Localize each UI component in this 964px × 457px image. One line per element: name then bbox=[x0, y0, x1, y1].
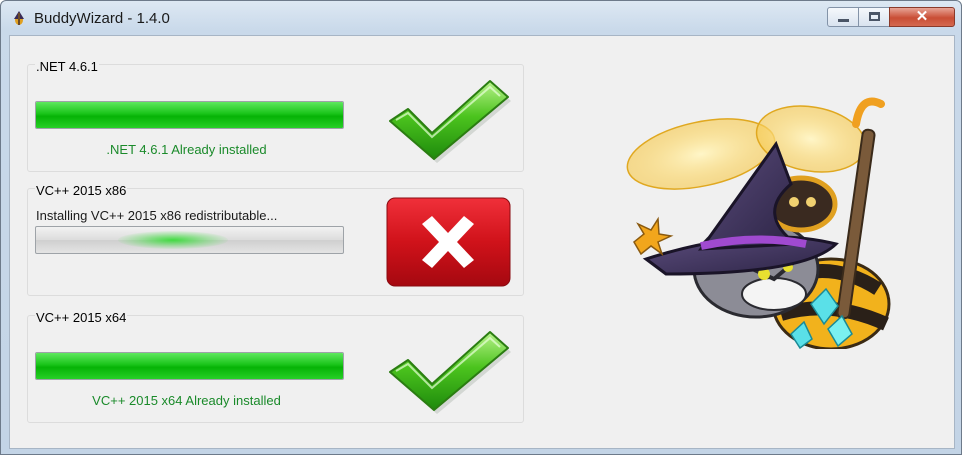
maximize-icon bbox=[869, 12, 880, 21]
close-button[interactable]: ✕ bbox=[889, 7, 955, 27]
progress-bar bbox=[35, 101, 344, 129]
window-title: BuddyWizard - 1.4.0 bbox=[34, 10, 170, 27]
app-icon bbox=[14, 11, 24, 25]
wizard-bee-mascot bbox=[626, 97, 891, 349]
component-group-vc-x86: VC++ 2015 x86 Installing VC++ 2015 x86 r… bbox=[27, 183, 524, 296]
component-group-dotnet: .NET 4.6.1 .NET 4.6.1 Already installed bbox=[27, 59, 524, 172]
checkmark-icon bbox=[389, 80, 511, 163]
group-title: VC++ 2015 x64 bbox=[35, 310, 128, 325]
app-window: BuddyWizard - 1.4.0 ✕ .NET 4.6.1 .NET 4.… bbox=[0, 0, 962, 455]
group-title: VC++ 2015 x86 bbox=[35, 183, 128, 198]
progress-fill bbox=[36, 102, 343, 128]
maximize-button[interactable] bbox=[858, 7, 890, 27]
minimize-button[interactable] bbox=[827, 7, 859, 27]
status-text: VC++ 2015 x64 Already installed bbox=[92, 393, 281, 408]
title-bar[interactable]: BuddyWizard - 1.4.0 ✕ bbox=[1, 1, 961, 35]
component-group-vc-x64: VC++ 2015 x64 VC++ 2015 x64 Already inst… bbox=[27, 310, 524, 423]
progress-bar bbox=[35, 352, 344, 380]
group-title: .NET 4.6.1 bbox=[35, 59, 99, 74]
checkmark-icon bbox=[389, 331, 511, 414]
marquee-glow bbox=[118, 231, 228, 249]
close-icon: ✕ bbox=[915, 8, 929, 25]
minimize-icon bbox=[838, 19, 849, 22]
status-text: Installing VC++ 2015 x86 redistributable… bbox=[36, 208, 278, 223]
client-area: .NET 4.6.1 .NET 4.6.1 Already installed … bbox=[9, 35, 955, 449]
status-text: .NET 4.6.1 Already installed bbox=[106, 142, 267, 157]
error-cross-icon bbox=[386, 197, 511, 287]
progress-fill bbox=[36, 353, 343, 379]
progress-bar-marquee bbox=[35, 226, 344, 254]
